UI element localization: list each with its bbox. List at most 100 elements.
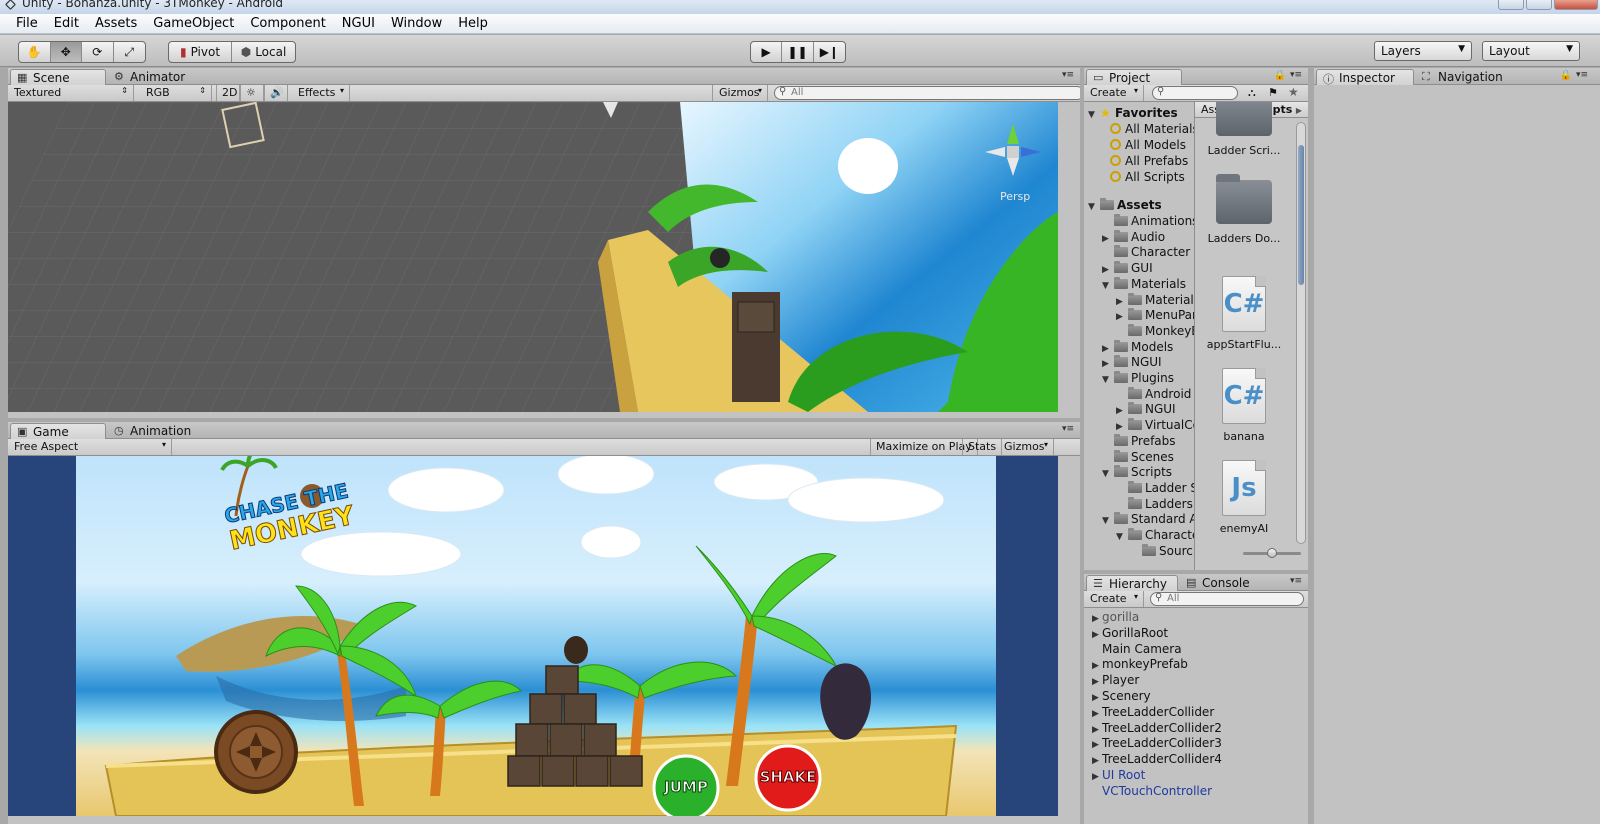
menu-ngui[interactable]: NGUI	[334, 14, 383, 33]
expand-arrow-icon[interactable]: ▶	[1116, 297, 1128, 307]
folder-tree-item[interactable]: ▶ NGUI	[1102, 355, 1162, 371]
hierarchy-item[interactable]: ▶ TreeLadderCollider	[1092, 705, 1214, 721]
hierarchy-item[interactable]: ▶ TreeLadderCollider2	[1092, 721, 1222, 737]
folder-tree-item[interactable]: ▼ Materials	[1102, 276, 1186, 293]
filter-by-type-icon[interactable]: ⛬	[1248, 86, 1256, 100]
folder-tree-item[interactable]: ▼ Scripts	[1102, 465, 1172, 481]
folder-tree-item[interactable]: ▶ VirtualCo	[1116, 418, 1196, 434]
asset-tile[interactable]: C# banana	[1199, 368, 1289, 443]
folder-tree-item[interactable]: ▼ Characte	[1116, 528, 1196, 544]
color-mode-dropdown[interactable]: RGB ⇕	[140, 85, 212, 101]
expand-arrow-icon[interactable]: ▼	[1102, 375, 1114, 385]
asset-tile[interactable]: C# appStartFlu...	[1199, 276, 1289, 351]
stats-toggle[interactable]: Stats	[962, 439, 1003, 455]
expand-arrow-icon[interactable]: ▶	[1092, 756, 1102, 766]
hierarchy-item[interactable]: Main Camera	[1092, 642, 1182, 658]
expand-arrow-icon[interactable]: ▶	[1116, 406, 1128, 416]
hierarchy-item[interactable]: ▶ UI Root	[1092, 768, 1145, 784]
hierarchy-item[interactable]: ▶ TreeLadderCollider3	[1092, 736, 1222, 752]
folder-tree-item[interactable]: Android	[1116, 386, 1191, 403]
hierarchy-item[interactable]: ▶ Player	[1092, 673, 1139, 689]
expand-arrow-icon[interactable]: ▶	[1092, 661, 1102, 671]
tab-console[interactable]: ▤ Console	[1180, 575, 1276, 591]
folder-tree-item[interactable]: Ladders	[1116, 496, 1193, 513]
expand-arrow-icon[interactable]: ▶	[1092, 693, 1102, 703]
expand-arrow-icon[interactable]: ▼	[1102, 281, 1114, 291]
expand-arrow-icon[interactable]: ▶	[1092, 630, 1102, 640]
asset-tile[interactable]: Ladder Scri...	[1199, 102, 1289, 157]
mode-2d-toggle[interactable]: 2D	[216, 85, 240, 101]
layers-dropdown[interactable]: Layers ▼	[1374, 41, 1472, 61]
close-button[interactable]	[1554, 0, 1598, 10]
play-icon[interactable]: ▶	[751, 42, 783, 62]
hierarchy-item[interactable]: ▶ monkeyPrefab	[1092, 657, 1188, 673]
maximize-button[interactable]	[1526, 0, 1552, 10]
expand-arrow-icon[interactable]: ▼	[1116, 532, 1128, 542]
folder-tree-item[interactable]: ▶ Models	[1102, 339, 1173, 356]
effects-dropdown[interactable]: Effects ▾	[292, 85, 350, 101]
tab-inspector[interactable]: ⓘ Inspector	[1316, 69, 1414, 86]
menu-gameobject[interactable]: GameObject	[145, 14, 242, 33]
move-tool-icon[interactable]: ✥	[50, 42, 82, 62]
expand-arrow-icon[interactable]: ▶	[1116, 312, 1128, 322]
hierarchy-create-dropdown[interactable]: Create ▾	[1084, 591, 1144, 607]
pivot-button[interactable]: ▮ Pivot	[169, 42, 233, 62]
tab-game[interactable]: ▣ Game	[10, 423, 106, 439]
scale-tool-icon[interactable]: ⤢	[114, 42, 145, 62]
folder-tree-item[interactable]: ▼ Standard A	[1102, 512, 1196, 528]
expand-arrow-icon[interactable]: ▼	[1102, 516, 1114, 526]
tab-animation[interactable]: ◷ Animation	[108, 423, 218, 439]
hierarchy-item[interactable]: ▶ GorillaRoot	[1092, 626, 1168, 642]
menu-component[interactable]: Component	[242, 14, 333, 33]
expand-arrow-icon[interactable]: ▶	[1102, 265, 1114, 275]
tab-project[interactable]: ▭ Project	[1086, 69, 1182, 85]
shake-button[interactable]: SHAKE	[756, 768, 820, 787]
folder-tree-item[interactable]: ▶ GUI	[1102, 261, 1153, 277]
expand-arrow-icon[interactable]: ▶	[1116, 422, 1128, 432]
icon-size-slider[interactable]	[1243, 548, 1301, 558]
lighting-toggle-icon[interactable]: ☼	[240, 85, 264, 101]
aspect-dropdown[interactable]: Free Aspect ▾	[8, 439, 172, 455]
layout-dropdown[interactable]: Layout ▼	[1482, 41, 1580, 61]
tab-scene[interactable]: ▦ Scene	[10, 69, 106, 85]
project-create-dropdown[interactable]: Create ▾	[1084, 85, 1144, 101]
expand-arrow-icon[interactable]: ▶	[1102, 344, 1114, 354]
tab-hierarchy[interactable]: ☰ Hierarchy	[1086, 575, 1178, 591]
assets-node[interactable]: ▼ Assets	[1088, 198, 1162, 214]
folder-tree-item[interactable]: ▶ NGUI	[1116, 402, 1176, 418]
folder-tree-item[interactable]: Prefabs	[1102, 433, 1176, 450]
expand-arrow-icon[interactable]: ▼	[1102, 469, 1114, 479]
folder-tree-item[interactable]: Sourc	[1130, 543, 1193, 560]
scene-viewport[interactable]: Persp	[8, 102, 1058, 412]
panel-menu-icon[interactable]: ▾≡	[1062, 70, 1074, 80]
expand-arrow-icon[interactable]: ▶	[1102, 234, 1114, 244]
hierarchy-item[interactable]: ▶ gorilla	[1092, 610, 1139, 626]
panel-menu-icon[interactable]: ▾≡	[1290, 576, 1302, 586]
step-icon[interactable]: ▶❙	[814, 42, 845, 62]
expand-arrow-icon[interactable]: ▶	[1092, 614, 1102, 624]
local-button[interactable]: ⬢ Local	[232, 42, 295, 62]
filter-by-label-icon[interactable]: ⚑	[1268, 86, 1278, 99]
panel-menu-icon[interactable]: ▾≡	[1062, 424, 1074, 434]
asset-tile[interactable]: Js enemyAI	[1199, 460, 1289, 535]
file-grid-scrollbar[interactable]	[1296, 122, 1306, 544]
folder-tree-item[interactable]: MonkeyB	[1116, 323, 1196, 340]
menu-window[interactable]: Window	[383, 14, 450, 33]
favorite-item[interactable]: All Models	[1110, 138, 1186, 154]
audio-toggle-icon[interactable]: 🔊	[264, 85, 288, 101]
jump-button[interactable]: JUMP	[654, 778, 718, 797]
favorite-item[interactable]: All Prefabs	[1110, 154, 1188, 170]
favorite-item[interactable]: All Materials	[1110, 122, 1196, 138]
folder-tree-item[interactable]: ▼ Plugins	[1102, 371, 1174, 387]
tab-animator[interactable]: ⚙ Animator	[108, 69, 204, 85]
hierarchy-item[interactable]: ▶ TreeLadderCollider4	[1092, 752, 1222, 768]
favorites-node[interactable]: ▼ ★ Favorites	[1088, 106, 1178, 122]
folder-tree-item[interactable]: ▶ Materials	[1116, 292, 1196, 309]
asset-tile[interactable]: Ladders Do...	[1199, 174, 1289, 245]
project-search-input[interactable]: ⚲	[1152, 86, 1238, 100]
expand-arrow-icon[interactable]: ▶	[1092, 772, 1102, 782]
menu-edit[interactable]: Edit	[46, 14, 87, 33]
folder-tree-item[interactable]: ▶ MenuPar	[1116, 308, 1196, 324]
scrollbar-thumb[interactable]	[1298, 145, 1304, 285]
panel-menu-icon[interactable]: ▾≡	[1290, 70, 1302, 80]
